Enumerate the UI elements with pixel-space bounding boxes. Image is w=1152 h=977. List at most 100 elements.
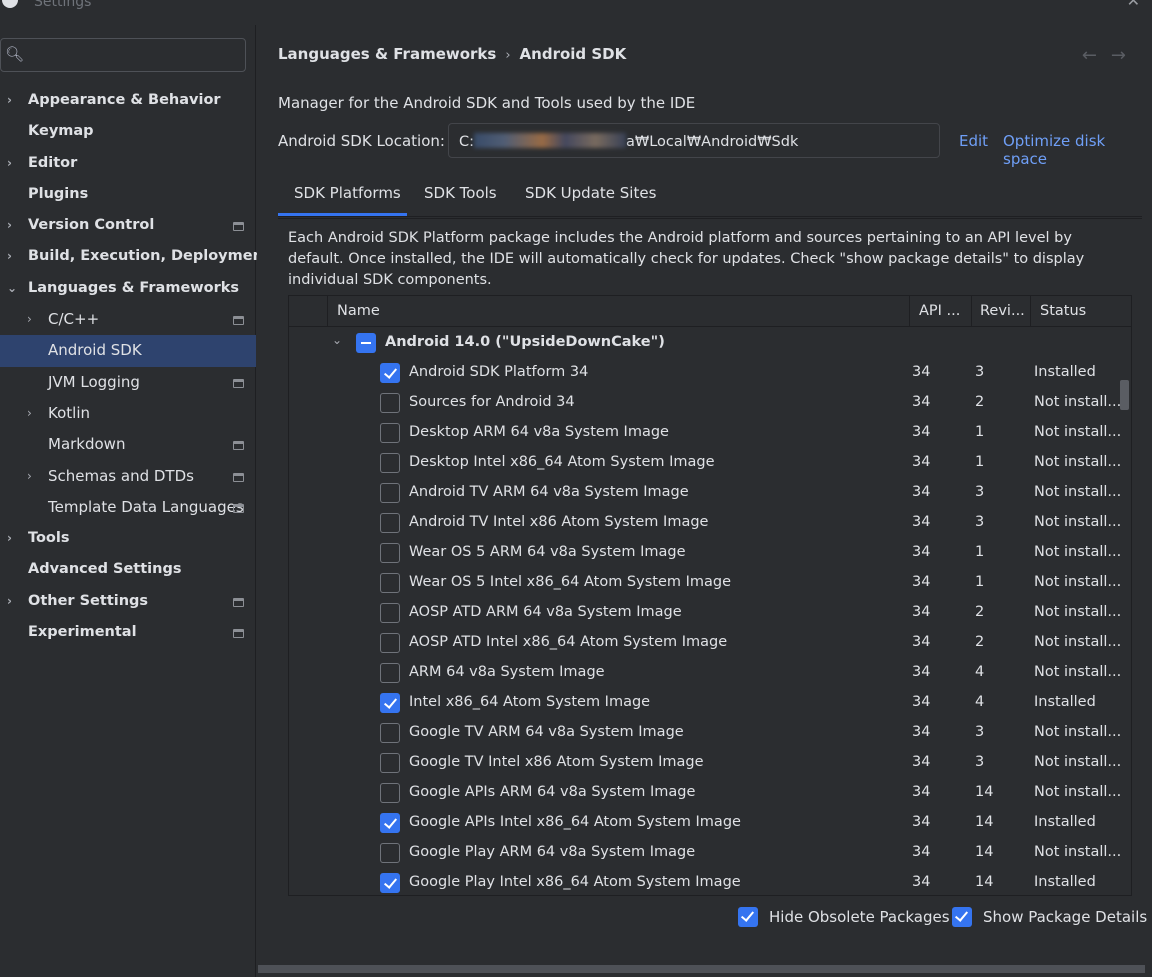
sidebar-item-label: Editor: [28, 154, 78, 171]
chevron-right-icon[interactable]: ›: [7, 85, 12, 116]
table-row[interactable]: Google TV ARM 64 v8a System Image 34 3 Not …: [289, 719, 1121, 749]
table-row[interactable]: Google APIs Intel x86_64 Atom System Ima…: [289, 809, 1119, 839]
api-level: 34: [912, 514, 931, 530]
sidebar-item-version-control[interactable]: › Version Control: [0, 210, 256, 241]
table-row[interactable]: Android SDK Platform 34 34 3 Installed: [289, 359, 1119, 389]
chevron-right-icon[interactable]: ›: [27, 304, 32, 335]
chevron-right-icon[interactable]: ›: [7, 148, 12, 179]
package-checkbox[interactable]: [380, 693, 400, 713]
sidebar-item-other-settings[interactable]: › Other Settings: [0, 586, 256, 617]
table-row[interactable]: Intel x86_64 Atom System Image 34 4 Install…: [289, 689, 1119, 719]
package-checkbox[interactable]: [380, 843, 400, 863]
table-row[interactable]: Desktop Intel x86_64 Atom System Image 34…: [289, 449, 1121, 479]
chevron-right-icon[interactable]: ›: [7, 586, 12, 617]
table-row[interactable]: Wear OS 5 ARM 64 v8a System Image 34 1 Not …: [289, 539, 1121, 569]
sidebar-item-editor[interactable]: › Editor: [0, 148, 256, 179]
table-row[interactable]: Desktop ARM 64 v8a System Image 34 1 Not in…: [289, 419, 1121, 449]
package-checkbox[interactable]: [380, 483, 400, 503]
sidebar-item-build-execution-deployment[interactable]: › Build, Execution, Deployment: [0, 241, 270, 272]
column-name-header[interactable]: Name: [337, 303, 380, 319]
edit-link[interactable]: Edit: [959, 132, 988, 150]
chevron-right-icon[interactable]: ›: [7, 523, 12, 554]
group-checkbox-mixed[interactable]: [356, 333, 376, 353]
table-row[interactable]: Google TV Intel x86 Atom System Image 34 3…: [289, 749, 1122, 779]
column-status-header[interactable]: Status: [1040, 303, 1086, 319]
package-checkbox[interactable]: [380, 753, 400, 773]
search-field[interactable]: 🔍︎: [0, 38, 246, 72]
package-checkbox[interactable]: [380, 363, 400, 383]
package-checkbox[interactable]: [380, 543, 400, 563]
chevron-down-icon[interactable]: ⌄: [7, 273, 17, 304]
back-arrow-icon[interactable]: ←: [1082, 45, 1111, 66]
package-checkbox[interactable]: [380, 633, 400, 653]
table-row[interactable]: Android TV Intel x86 Atom System Image 34…: [289, 509, 1121, 539]
table-row[interactable]: ARM 64 v8a System Image 34 4 Not install...: [289, 659, 1121, 689]
package-checkbox[interactable]: [380, 393, 400, 413]
show-details-checkbox[interactable]: [952, 907, 972, 927]
sidebar-item-label: C/C++: [48, 310, 100, 329]
group-row-android-14[interactable]: ⌄ Android 14.0 ("UpsideDownCake"): [289, 329, 1119, 359]
package-checkbox[interactable]: [380, 873, 400, 893]
vertical-scrollbar[interactable]: [1120, 380, 1129, 410]
package-name: Google TV ARM 64 v8a System Image: [409, 724, 684, 740]
sidebar-item-plugins[interactable]: Plugins: [0, 179, 256, 210]
breadcrumb-parent[interactable]: Languages & Frameworks: [278, 45, 496, 63]
sidebar-item-experimental[interactable]: Experimental: [0, 617, 256, 648]
sidebar-item-template-data-languages[interactable]: Template Data Languages: [0, 492, 256, 523]
package-checkbox[interactable]: [380, 453, 400, 473]
table-row[interactable]: Android TV ARM 64 v8a System Image 34 3 Not…: [289, 479, 1122, 509]
chevron-right-icon[interactable]: ›: [7, 241, 12, 272]
sdk-location-prefix: C:: [459, 134, 475, 150]
column-revision-header[interactable]: Revi...: [980, 303, 1025, 319]
install-status: Not install...: [1034, 484, 1122, 500]
forward-arrow-icon[interactable]: →: [1111, 45, 1140, 66]
chevron-down-icon[interactable]: ⌄: [332, 333, 342, 347]
sidebar-item-tools[interactable]: › Tools: [0, 523, 256, 554]
sidebar-item-keymap[interactable]: Keymap: [0, 116, 256, 147]
sdk-location-field[interactable]: C: a₩Local₩Android₩Sdk: [448, 123, 940, 158]
sidebar-item-jvm-logging[interactable]: JVM Logging: [0, 367, 256, 398]
package-name: Desktop Intel x86_64 Atom System Image: [409, 454, 715, 470]
table-row[interactable]: Wear OS 5 Intel x86_64 Atom System Image…: [289, 569, 1121, 599]
package-checkbox[interactable]: [380, 573, 400, 593]
api-level: 34: [912, 574, 931, 590]
close-icon[interactable]: ✕: [1127, 0, 1140, 10]
optimize-disk-space-link[interactable]: Optimize disk space: [1003, 132, 1152, 168]
package-checkbox[interactable]: [380, 723, 400, 743]
package-checkbox[interactable]: [380, 813, 400, 833]
revision: 4: [975, 694, 985, 710]
horizontal-scrollbar[interactable]: [258, 965, 1145, 973]
install-status: Not install...: [1034, 784, 1122, 800]
table-row[interactable]: AOSP ATD Intel x86_64 Atom System Image 3…: [289, 629, 1121, 659]
install-status: Not install...: [1034, 754, 1122, 770]
table-row[interactable]: AOSP ATD ARM 64 v8a System Image 34 2 Not i…: [289, 599, 1121, 629]
tab-sdk-update-sites[interactable]: SDK Update Sites: [525, 184, 656, 202]
revision: 14: [975, 844, 994, 860]
column-api-header[interactable]: API ...: [919, 303, 960, 319]
table-row[interactable]: Google Play ARM 64 v8a System Image 34 14 N…: [289, 839, 1121, 869]
sidebar-item-schemas-and-dtds[interactable]: › Schemas and DTDs: [0, 461, 256, 492]
sidebar-item-android-sdk[interactable]: Android SDK: [0, 335, 256, 367]
chevron-right-icon[interactable]: ›: [27, 461, 32, 492]
chevron-right-icon[interactable]: ›: [27, 398, 32, 429]
package-checkbox[interactable]: [380, 513, 400, 533]
package-checkbox[interactable]: [380, 603, 400, 623]
table-row[interactable]: Google Play Intel x86_64 Atom System Ima…: [289, 869, 1119, 895]
package-checkbox[interactable]: [380, 663, 400, 683]
tab-sdk-tools[interactable]: SDK Tools: [424, 184, 497, 202]
revision: 1: [975, 544, 985, 560]
package-checkbox[interactable]: [380, 423, 400, 443]
sidebar-item-languages-frameworks[interactable]: ⌄ Languages & Frameworks: [0, 273, 256, 304]
sidebar-item-appearance-behavior[interactable]: › Appearance & Behavior: [0, 85, 256, 116]
hide-obsolete-checkbox[interactable]: [738, 907, 758, 927]
chevron-right-icon[interactable]: ›: [7, 210, 12, 241]
sidebar-item-advanced-settings[interactable]: Advanced Settings: [0, 554, 256, 585]
sidebar-item-c-c[interactable]: › C/C++: [0, 304, 256, 335]
tab-sdk-platforms[interactable]: SDK Platforms: [294, 184, 401, 202]
sidebar-item-kotlin[interactable]: › Kotlin: [0, 398, 256, 429]
table-row[interactable]: Sources for Android 34 34 2 Not install...: [289, 389, 1121, 419]
table-row[interactable]: Google APIs ARM 64 v8a System Image 34 14 N…: [289, 779, 1122, 809]
package-checkbox[interactable]: [380, 783, 400, 803]
revision: 1: [975, 574, 985, 590]
sidebar-item-markdown[interactable]: Markdown: [0, 429, 256, 460]
